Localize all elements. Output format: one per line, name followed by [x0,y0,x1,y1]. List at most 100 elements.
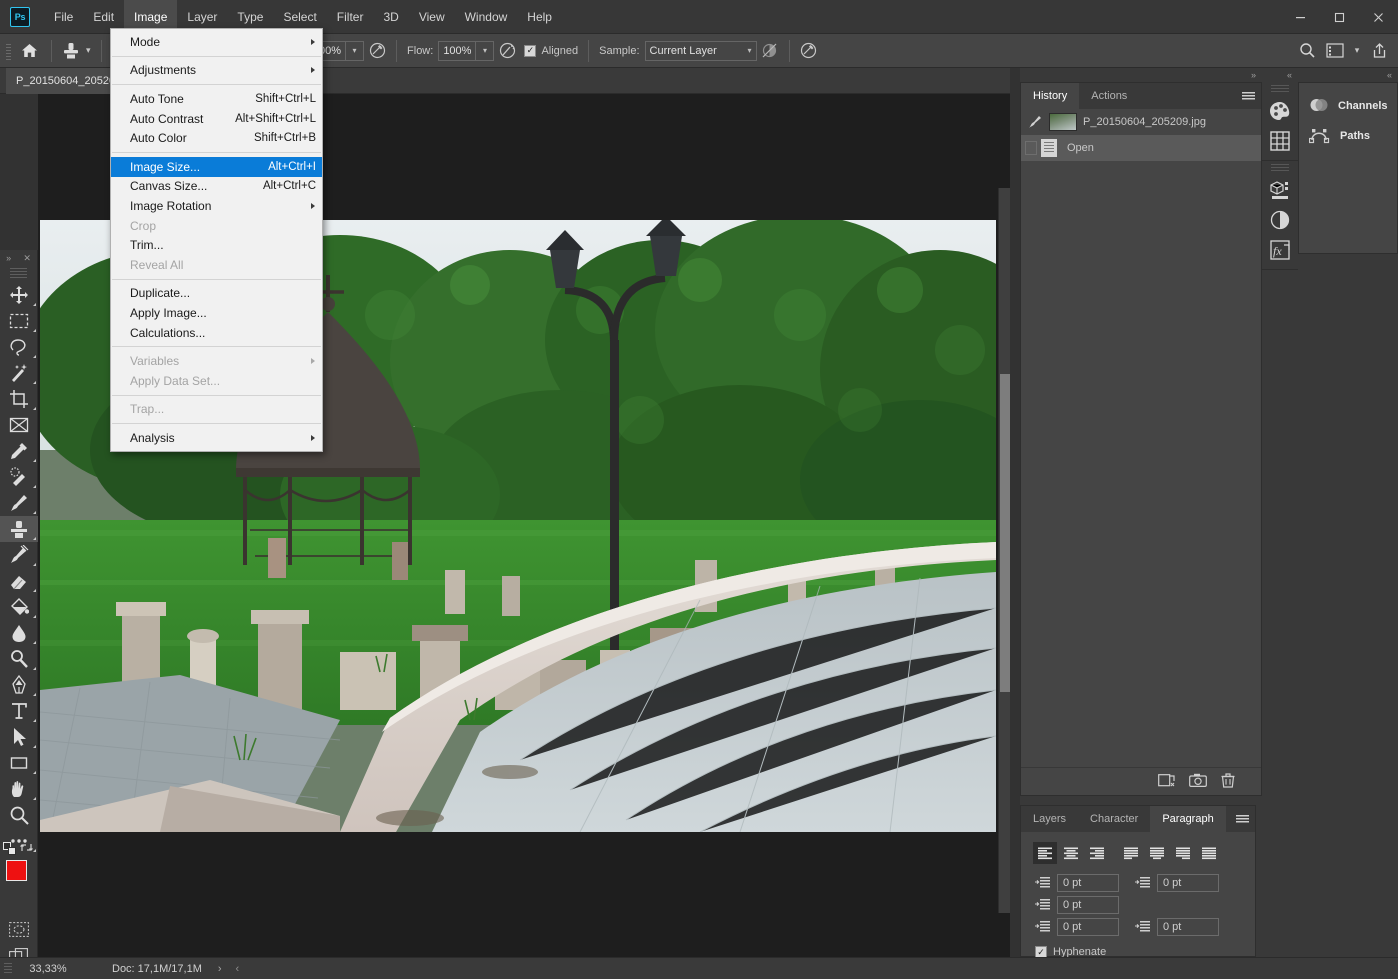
flow-input[interactable]: 100% [438,40,477,61]
menu-window[interactable]: Window [455,0,518,34]
channels-panel-item-channels[interactable]: Channels [1299,91,1397,121]
menu-item-duplicate[interactable]: Duplicate... [111,284,322,304]
panel-menu-icon[interactable] [1229,806,1255,832]
tools-panel-grip[interactable] [10,268,27,278]
type-tool[interactable] [0,698,38,724]
menu-item-trim[interactable]: Trim... [111,235,322,255]
menu-item-image-rotation[interactable]: Image Rotation [111,196,322,216]
tab-layers[interactable]: Layers [1021,806,1078,832]
justify-last-left-button[interactable] [1119,842,1143,864]
frame-tool[interactable] [0,412,38,438]
new-snapshot-icon[interactable] [1189,773,1207,790]
menu-item-image-size[interactable]: Image Size... Alt+Ctrl+I [111,156,322,177]
double-chevron-right-icon[interactable]: » [6,253,11,263]
menu-item-auto-tone[interactable]: Auto Tone Shift+Ctrl+L [111,89,322,109]
spot-healing-brush-tool[interactable] [0,464,38,490]
magic-wand-tool[interactable] [0,360,38,386]
align-center-button[interactable] [1059,842,1083,864]
menu-item-adjustments[interactable]: Adjustments [111,61,322,81]
menu-view[interactable]: View [409,0,455,34]
icon-strip-grip[interactable] [1271,85,1289,93]
close-icon[interactable]: ✕ [23,253,31,264]
path-selection-tool[interactable] [0,724,38,750]
rectangle-tool[interactable] [0,750,38,776]
history-state-checkbox[interactable] [1025,141,1037,155]
swatches-grid-icon[interactable] [1262,126,1298,156]
foreground-color-swatch[interactable] [6,860,27,881]
justify-all-button[interactable] [1197,842,1221,864]
align-left-button[interactable] [1033,842,1057,864]
tab-paragraph[interactable]: Paragraph [1150,806,1226,832]
crop-tool[interactable] [0,386,38,412]
indent-right-margin-input[interactable]: 0 pt [1157,874,1219,892]
default-colors-icon[interactable] [3,842,18,859]
opacity-slider-caret-icon[interactable]: ▾ [346,40,365,61]
indent-first-line-input[interactable]: 0 pt [1057,896,1119,914]
tab-character[interactable]: Character [1078,806,1150,832]
sample-dropdown[interactable]: Current Layer ▾ [644,40,757,61]
eraser-tool[interactable] [0,568,38,594]
canvas-vertical-scrollbar[interactable] [998,188,1010,913]
image-menu-dropdown[interactable]: Mode Adjustments Auto Tone Shift+Ctrl+L Auto… [110,28,323,452]
pressure-opacity-icon[interactable] [364,38,390,64]
panel-menu-icon[interactable] [1235,83,1261,109]
pressure-size-icon[interactable] [796,38,822,64]
flow-slider-caret-icon[interactable]: ▾ [476,40,495,61]
zoom-level[interactable]: 33,33% [12,963,78,975]
adjustments-icon[interactable] [1262,205,1298,235]
justify-last-right-button[interactable] [1171,842,1195,864]
pen-tool[interactable] [0,672,38,698]
aligned-checkbox-box[interactable]: ✓ [524,44,537,57]
ignore-adjustment-layers-icon[interactable] [757,38,783,64]
clone-stamp-tool[interactable] [0,516,38,542]
eyedropper-tool[interactable] [0,438,38,464]
history-state-row[interactable]: Open [1021,135,1261,161]
menu-item-auto-contrast[interactable]: Auto Contrast Alt+Shift+Ctrl+L [111,109,322,129]
chevron-left-icon[interactable]: ‹ [236,963,240,975]
minimize-button[interactable] [1281,0,1320,34]
close-button[interactable] [1359,0,1398,34]
tool-preset-picker[interactable]: ▾ [58,38,95,64]
channels-dock-collapse-button[interactable]: « [1298,68,1398,82]
status-bar-grip[interactable] [4,962,12,975]
zoom-tool[interactable] [0,802,38,828]
share-icon[interactable] [1366,38,1392,64]
icon-strip-collapse-button[interactable]: « [1262,68,1298,82]
align-right-button[interactable] [1085,842,1109,864]
justify-last-center-button[interactable] [1145,842,1169,864]
aligned-checkbox[interactable]: ✓ Aligned [520,44,582,57]
3d-icon[interactable] [1262,175,1298,205]
chevron-down-icon[interactable]: ▾ [86,45,91,56]
icon-strip-grip[interactable] [1271,164,1289,172]
delete-icon[interactable] [1221,772,1235,791]
menu-3d[interactable]: 3D [373,0,408,34]
search-icon[interactable] [1294,38,1320,64]
chevron-right-icon[interactable]: › [218,963,222,975]
menu-file[interactable]: File [44,0,83,34]
chevron-down-icon[interactable]: ▾ [1350,45,1364,56]
menu-item-auto-color[interactable]: Auto Color Shift+Ctrl+B [111,128,322,148]
history-brush-tool[interactable] [0,542,38,568]
menu-item-calculations[interactable]: Calculations... [111,323,322,343]
swap-colors-icon[interactable] [20,841,33,857]
home-icon[interactable] [13,38,45,64]
space-after-paragraph-input[interactable]: 0 pt [1157,918,1219,936]
history-snapshot-row[interactable]: P_20150604_205209.jpg [1021,109,1261,135]
new-document-from-state-icon[interactable] [1158,773,1175,791]
rectangular-marquee-tool[interactable] [0,308,38,334]
channels-panel-item-paths[interactable]: Paths [1299,121,1397,151]
airbrush-icon[interactable] [494,38,520,64]
menu-item-apply-image[interactable]: Apply Image... [111,303,322,323]
menu-item-mode[interactable]: Mode [111,32,322,52]
quick-mask-icon[interactable] [0,916,38,942]
menu-help[interactable]: Help [517,0,562,34]
history-dock-collapse-button[interactable]: » [1020,68,1262,82]
lasso-tool[interactable] [0,334,38,360]
maximize-button[interactable] [1320,0,1359,34]
move-tool[interactable] [0,282,38,308]
color-palette-icon[interactable] [1262,96,1298,126]
tab-history[interactable]: History [1021,83,1080,109]
dodge-tool[interactable] [0,646,38,672]
blur-tool[interactable] [0,620,38,646]
styles-fx-icon[interactable]: fx [1262,235,1298,265]
